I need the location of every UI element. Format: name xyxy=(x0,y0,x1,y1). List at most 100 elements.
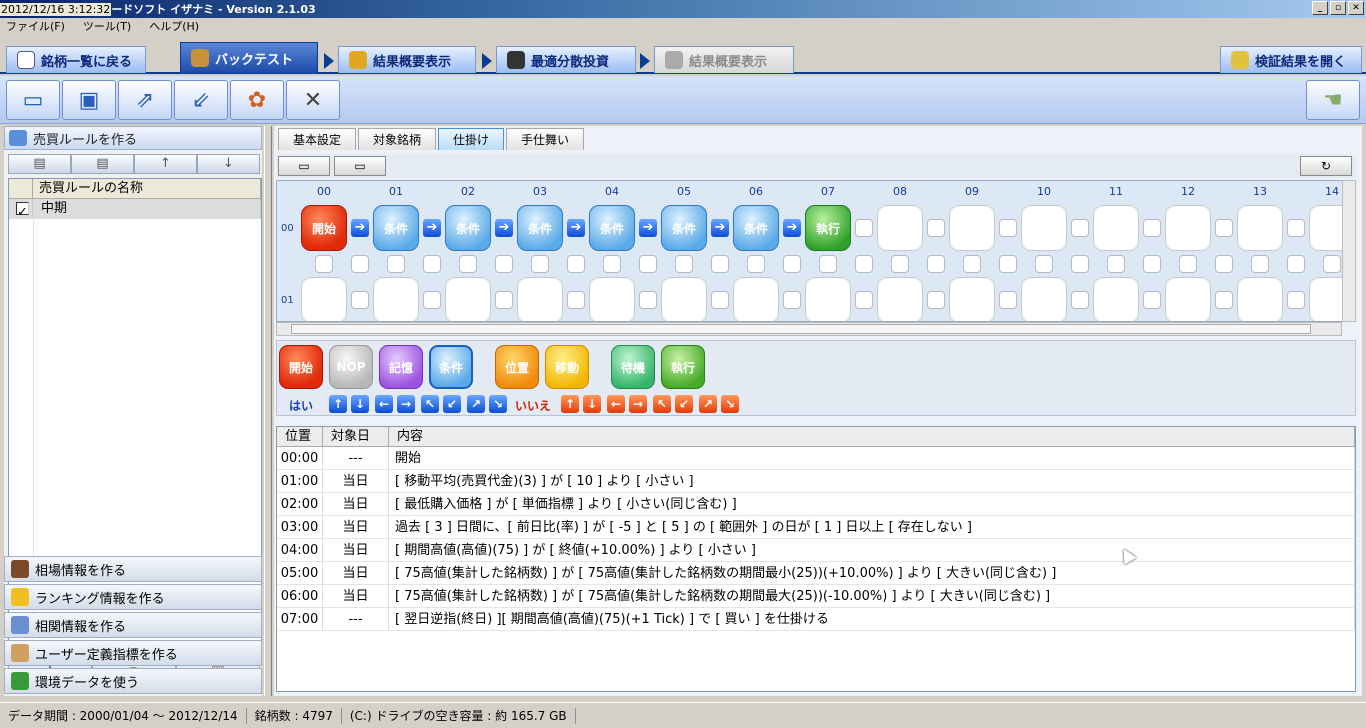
empty-cell[interactable] xyxy=(949,277,995,321)
table-row[interactable]: 03:00 当日 過去 [ 3 ] 日間に、[ 前日比(率) ] が [ -5 ] … xyxy=(277,516,1355,539)
splitter[interactable] xyxy=(264,126,272,696)
empty-connector[interactable] xyxy=(855,291,873,309)
palette-position[interactable]: 位置 xyxy=(495,345,539,389)
empty-connector[interactable] xyxy=(783,255,801,273)
empty-cell[interactable] xyxy=(733,277,779,321)
empty-connector[interactable] xyxy=(1071,291,1089,309)
arrow-down-left-icon[interactable]: ↙ xyxy=(675,395,693,413)
empty-connector[interactable] xyxy=(351,291,369,309)
export-button[interactable]: ⇗ xyxy=(118,80,172,120)
empty-connector[interactable] xyxy=(459,255,477,273)
empty-connector[interactable] xyxy=(927,291,945,309)
empty-cell[interactable] xyxy=(1237,205,1283,251)
empty-connector[interactable] xyxy=(495,255,513,273)
empty-connector[interactable] xyxy=(639,255,657,273)
empty-cell[interactable] xyxy=(445,277,491,321)
table-row[interactable]: 07:00 ---[ 翌日逆指(終日) ][ 期間高値(高値)(75)(+1 Ti… xyxy=(277,608,1355,631)
section-market-info[interactable]: 相場情報を作る xyxy=(4,556,262,582)
arrow-up-right-icon[interactable]: ↗ xyxy=(467,395,485,413)
rules-header[interactable]: 売買ルールを作る xyxy=(4,126,262,150)
empty-connector[interactable] xyxy=(1215,291,1233,309)
palette-nop[interactable]: NOP xyxy=(329,345,373,389)
empty-connector[interactable] xyxy=(1287,219,1305,237)
palette-button[interactable]: ✿ xyxy=(230,80,284,120)
open-results-button[interactable]: 検証結果を開く xyxy=(1220,46,1362,73)
node-condition[interactable]: 条件 xyxy=(445,205,491,251)
empty-cell[interactable] xyxy=(1093,277,1139,321)
empty-connector[interactable] xyxy=(351,255,369,273)
empty-connector[interactable] xyxy=(1143,255,1161,273)
empty-connector[interactable] xyxy=(1143,291,1161,309)
empty-connector[interactable] xyxy=(1323,255,1341,273)
restore-button[interactable]: ▫ xyxy=(1330,1,1346,15)
empty-cell[interactable] xyxy=(805,277,851,321)
arrow-up-left-icon[interactable]: ↖ xyxy=(653,395,671,413)
arrow-up-right-icon[interactable]: ↗ xyxy=(699,395,717,413)
empty-cell[interactable] xyxy=(1165,205,1211,251)
rule-checkbox[interactable]: ✓ xyxy=(16,202,29,220)
section-correlation-info[interactable]: 相関情報を作る xyxy=(4,612,262,638)
empty-connector[interactable] xyxy=(1287,291,1305,309)
nav-optimize-tab[interactable]: 最適分散投資 xyxy=(496,46,636,73)
minimize-button[interactable]: _ xyxy=(1312,1,1328,15)
table-row[interactable]: 04:00 当日[ 期間高値(高値)(75) ] が [ 終値(+10.00%) … xyxy=(277,539,1355,562)
empty-connector[interactable] xyxy=(603,255,621,273)
tab-basic-settings[interactable]: 基本設定 xyxy=(278,128,357,150)
empty-connector[interactable] xyxy=(675,255,693,273)
run-button[interactable]: ▣ xyxy=(62,80,116,120)
empty-cell[interactable] xyxy=(949,205,995,251)
nav-backtest-tab[interactable]: バックテスト xyxy=(180,42,318,73)
empty-connector[interactable] xyxy=(927,255,945,273)
tab-target-stocks[interactable]: 対象銘柄 xyxy=(358,128,437,150)
empty-connector[interactable] xyxy=(783,291,801,309)
empty-connector[interactable] xyxy=(1215,255,1233,273)
grid-vertical-scrollbar[interactable] xyxy=(1342,180,1356,322)
empty-cell[interactable] xyxy=(373,277,419,321)
arrow-down-right-icon[interactable]: ↘ xyxy=(489,395,507,413)
empty-connector[interactable] xyxy=(567,291,585,309)
empty-connector[interactable] xyxy=(963,255,981,273)
palette-wait[interactable]: 待機 xyxy=(611,345,655,389)
arrow-down-left-icon[interactable]: ↙ xyxy=(443,395,461,413)
grid-horizontal-scrollbar[interactable] xyxy=(276,322,1342,336)
empty-connector[interactable] xyxy=(999,291,1017,309)
node-condition[interactable]: 条件 xyxy=(589,205,635,251)
nav-back-button[interactable]: 銘柄一覧に戻る xyxy=(6,46,146,73)
empty-connector[interactable] xyxy=(855,219,873,237)
empty-cell[interactable] xyxy=(661,277,707,321)
arrow-left-icon[interactable]: ← xyxy=(375,395,393,413)
empty-cell[interactable] xyxy=(1165,277,1211,321)
move-up-icon[interactable]: ↑ xyxy=(134,154,197,174)
empty-cell[interactable] xyxy=(589,277,635,321)
empty-connector[interactable] xyxy=(423,255,441,273)
empty-connector[interactable] xyxy=(1179,255,1197,273)
arrow-up-icon[interactable]: ↑ xyxy=(561,395,579,413)
arrow-right-icon[interactable]: → xyxy=(397,395,415,413)
empty-connector[interactable] xyxy=(567,255,585,273)
empty-connector[interactable] xyxy=(747,255,765,273)
section-user-indicator[interactable]: ユーザー定義指標を作る xyxy=(4,640,262,666)
empty-cell[interactable] xyxy=(1021,277,1067,321)
new-file-button[interactable]: ▭ xyxy=(6,80,60,120)
arrow-left-icon[interactable]: ← xyxy=(607,395,625,413)
empty-connector[interactable] xyxy=(1287,255,1305,273)
empty-cell[interactable] xyxy=(517,277,563,321)
palette-execute[interactable]: 執行 xyxy=(661,345,705,389)
table-row[interactable]: 01:00 当日[ 移動平均(売買代金)(3) ] が [ 10 ] より [ 小… xyxy=(277,470,1355,493)
empty-connector[interactable] xyxy=(1215,219,1233,237)
nav-summary-tab[interactable]: 結果概要表示 xyxy=(338,46,476,73)
node-condition[interactable]: 条件 xyxy=(373,205,419,251)
empty-cell[interactable] xyxy=(1093,205,1139,251)
node-start[interactable]: 開始 xyxy=(301,205,347,251)
menu-help[interactable]: ヘルプ(H) xyxy=(149,18,199,36)
arrow-down-icon[interactable]: ↓ xyxy=(583,395,601,413)
arrow-up-icon[interactable]: ↑ xyxy=(329,395,347,413)
palette-condition[interactable]: 条件 xyxy=(429,345,473,389)
empty-cell[interactable] xyxy=(301,277,347,321)
section-ranking-info[interactable]: ランキング情報を作る xyxy=(4,584,262,610)
section-env-data[interactable]: 環境データを使う xyxy=(4,668,262,694)
arrow-down-icon[interactable]: ↓ xyxy=(351,395,369,413)
empty-connector[interactable] xyxy=(891,255,909,273)
close-button[interactable]: ✕ xyxy=(1348,1,1364,15)
node-condition[interactable]: 条件 xyxy=(661,205,707,251)
